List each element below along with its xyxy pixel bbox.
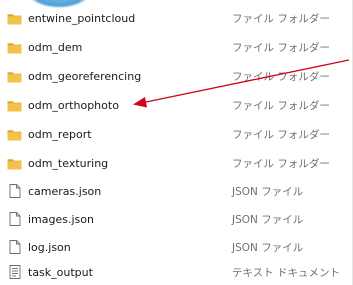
item-name: odm_report (28, 127, 92, 141)
list-item[interactable]: odm_georeferencing ファイル フォルダー (0, 63, 353, 89)
folder-icon (7, 127, 22, 141)
item-type: JSON ファイル (232, 185, 304, 198)
folder-icon (7, 40, 22, 54)
list-item[interactable]: odm_orthophoto ファイル フォルダー (0, 92, 353, 118)
list-item[interactable]: images.json JSON ファイル (0, 206, 353, 232)
item-type: ファイル フォルダー (232, 157, 330, 170)
item-name: log.json (28, 240, 71, 254)
list-item[interactable]: odm_report ファイル フォルダー (0, 121, 353, 147)
item-type: JSON ファイル (232, 241, 304, 254)
file-list: entwine_pointcloud ファイル フォルダー odm_dem ファ… (0, 0, 353, 285)
item-name: cameras.json (28, 184, 102, 198)
folder-icon (7, 98, 22, 112)
list-item[interactable]: task_output テキスト ドキュメント (0, 259, 353, 285)
item-name: odm_dem (28, 40, 83, 54)
item-type: ファイル フォルダー (232, 128, 330, 141)
item-type: ファイル フォルダー (232, 12, 330, 25)
item-name: odm_texturing (28, 156, 109, 170)
text-document-icon (7, 265, 22, 279)
item-type: ファイル フォルダー (232, 99, 330, 112)
list-item[interactable]: log.json JSON ファイル (0, 234, 353, 260)
item-type: JSON ファイル (232, 213, 304, 226)
folder-icon (7, 156, 22, 170)
list-item[interactable]: odm_texturing ファイル フォルダー (0, 150, 353, 176)
item-name: odm_georeferencing (28, 69, 142, 83)
item-name: entwine_pointcloud (28, 11, 136, 25)
list-item[interactable]: odm_dem ファイル フォルダー (0, 34, 353, 60)
item-type: テキスト ドキュメント (232, 266, 341, 279)
file-icon (7, 212, 22, 226)
item-type: ファイル フォルダー (232, 41, 330, 54)
folder-icon (7, 69, 22, 83)
folder-icon (7, 11, 22, 25)
item-name: task_output (28, 265, 93, 279)
item-name: odm_orthophoto (28, 98, 119, 112)
item-type: ファイル フォルダー (232, 70, 330, 83)
file-icon (7, 184, 22, 198)
item-name: images.json (28, 212, 94, 226)
file-icon (7, 240, 22, 254)
list-item[interactable]: cameras.json JSON ファイル (0, 178, 353, 204)
list-item[interactable]: entwine_pointcloud ファイル フォルダー (0, 5, 353, 31)
